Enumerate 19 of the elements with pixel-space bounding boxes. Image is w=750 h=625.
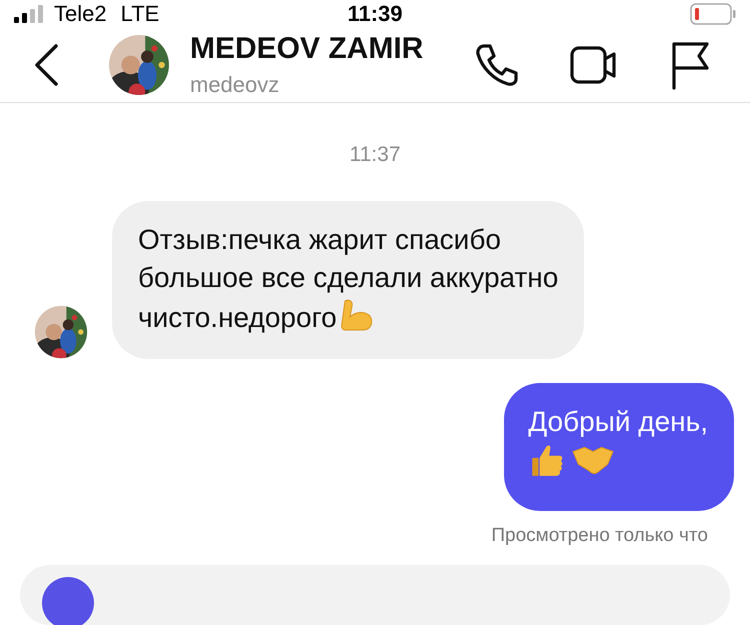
signal-icon <box>14 5 46 24</box>
network-type: LTE <box>120 1 160 28</box>
carrier-name: Tele2 <box>54 1 107 28</box>
contact-username: medeovz <box>190 72 280 98</box>
battery-icon <box>690 3 736 26</box>
phone-call-button[interactable] <box>474 42 520 88</box>
message-text: большое все сделали аккуратно <box>138 262 558 293</box>
contact-name: MEDEOV ZAMIR <box>190 32 424 66</box>
message-text: Отзыв:печка жарит спасибо <box>138 224 501 255</box>
clock-time: 11:39 <box>347 1 403 28</box>
seen-status: Просмотрено только что <box>491 525 708 546</box>
message-text: Добрый день, <box>528 406 708 437</box>
report-flag-button[interactable] <box>670 40 710 90</box>
camera-button[interactable] <box>42 577 94 625</box>
back-button[interactable] <box>32 43 60 88</box>
message-text: чисто.недорого <box>138 302 337 333</box>
video-call-button[interactable] <box>570 44 618 86</box>
message-timestamp: 11:37 <box>348 143 402 167</box>
flexed-biceps-icon <box>338 297 375 333</box>
